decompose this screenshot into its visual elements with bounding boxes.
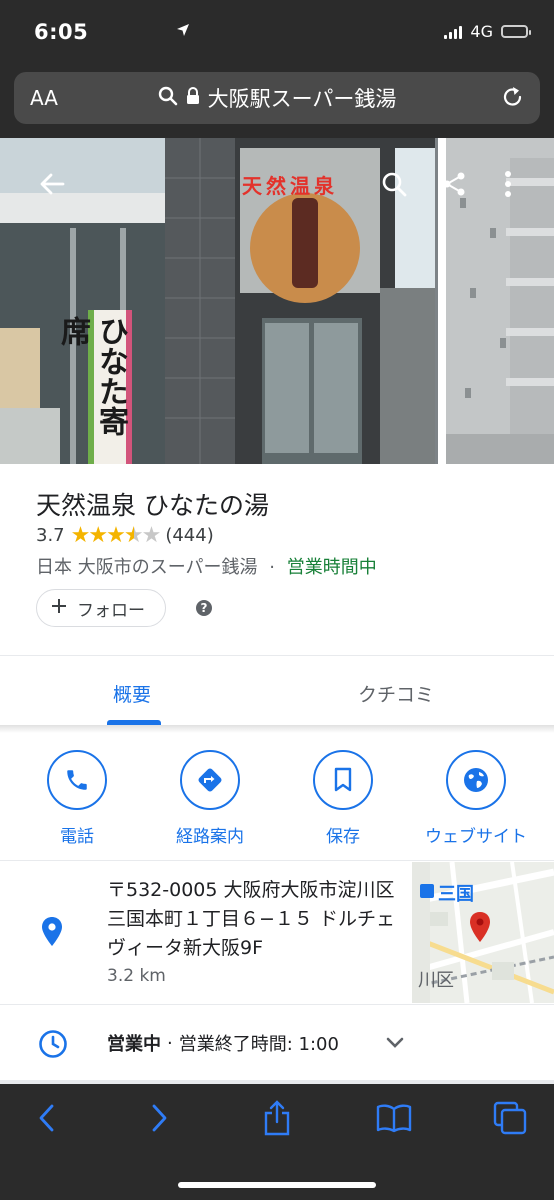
map-station-label: 三国 [438,884,474,905]
chevron-down-icon[interactable] [386,1034,404,1053]
browser-forward-icon[interactable] [140,1100,180,1136]
banner-text: ひなた寄席 [55,316,128,436]
search-icon[interactable] [376,166,412,202]
website-label: ウェブサイト [425,827,527,847]
browser-top-bar: 6:05 4G AA 大阪駅スーパー銭湯 [0,0,554,138]
plus-icon [51,598,67,619]
more-options-icon[interactable] [490,166,526,202]
empty-star-icon: ★ [141,523,162,548]
browser-back-icon[interactable] [26,1100,66,1136]
search-icon [158,86,178,111]
hours-status: 営業中 [107,1034,161,1055]
home-indicator [178,1182,376,1188]
address-bar[interactable]: AA 大阪駅スーパー銭湯 [14,72,540,124]
star-icon: ★ [106,523,126,548]
globe-icon [446,750,506,810]
network-type: 4G [470,22,493,41]
half-star-icon: ★ [123,523,144,548]
location-pin-icon [40,916,64,952]
website-button[interactable]: ウェブサイト [416,750,536,847]
bookmark-icon [313,750,373,810]
help-icon[interactable]: ? [196,600,212,616]
back-arrow-icon[interactable] [34,166,70,202]
place-title: 天然温泉 ひなたの湯 [36,491,269,520]
save-label: 保存 [326,827,360,847]
address-distance: 3.2 km [107,966,166,986]
tabs-icon[interactable] [490,1100,530,1136]
star-icon: ★ [88,523,108,548]
battery-icon [501,25,531,38]
map-area-label: 川区 [418,970,454,991]
follow-label: フォロー [77,600,145,621]
reload-icon[interactable] [500,84,526,114]
review-count: (444) [165,525,214,546]
rating-score: 3.7 [36,525,65,546]
directions-button[interactable]: 経路案内 [150,750,270,847]
signboard-text: 天然温泉 [242,174,338,198]
divider [0,1004,554,1005]
clock-icon [38,1029,68,1063]
phone-icon [47,750,107,810]
location-arrow-icon [176,22,190,41]
hours-row[interactable]: 営業中 · 営業終了時間: 1:00 [107,1030,339,1056]
share-sheet-icon[interactable] [257,1100,297,1136]
tab-overview[interactable]: 概要 [113,680,151,707]
divider [0,655,554,656]
open-status: 営業時間中 [286,557,377,578]
status-time: 6:05 [34,20,89,44]
separator-dot: · [167,1032,173,1054]
directions-label: 経路案内 [176,827,244,847]
star-icon: ★ [70,523,91,548]
place-photo[interactable]: 天然温泉 ひなた寄席 [0,138,554,464]
place-category: 日本 大阪市のスーパー銭湯 [36,557,258,578]
call-label: 電話 [60,827,94,847]
follow-button[interactable]: フォロー [36,589,166,627]
rating-row[interactable]: 3.7 ★ ★ ★ ★ ★ (444) [36,523,214,548]
directions-icon [180,750,240,810]
status-indicators: 4G [177,22,531,41]
save-button[interactable]: 保存 [283,750,403,847]
lock-icon [186,86,200,110]
url-field[interactable]: 大阪駅スーパー銭湯 [14,83,540,113]
category-row: 日本 大阪市のスーパー銭湯 · 営業時間中 [36,553,377,579]
mini-map[interactable]: 三国 川区 [412,862,554,1003]
address-text[interactable]: 〒532-0005 大阪府大阪市淀川区三国本町１丁目６−１５ ドルチェヴィータ新… [107,876,407,963]
call-button[interactable]: 電話 [17,750,137,847]
rating-stars: ★ ★ ★ ★ ★ [70,523,162,548]
share-icon[interactable] [436,166,472,202]
tabs-shadow [0,725,554,733]
bookmarks-icon[interactable] [374,1100,414,1136]
closing-time: 営業終了時間: 1:00 [178,1034,339,1055]
separator-dot: · [269,557,276,578]
divider [0,860,554,861]
tab-reviews[interactable]: クチコミ [358,680,434,707]
signal-icon [444,25,463,39]
url-text: 大阪駅スーパー銭湯 [207,87,397,111]
